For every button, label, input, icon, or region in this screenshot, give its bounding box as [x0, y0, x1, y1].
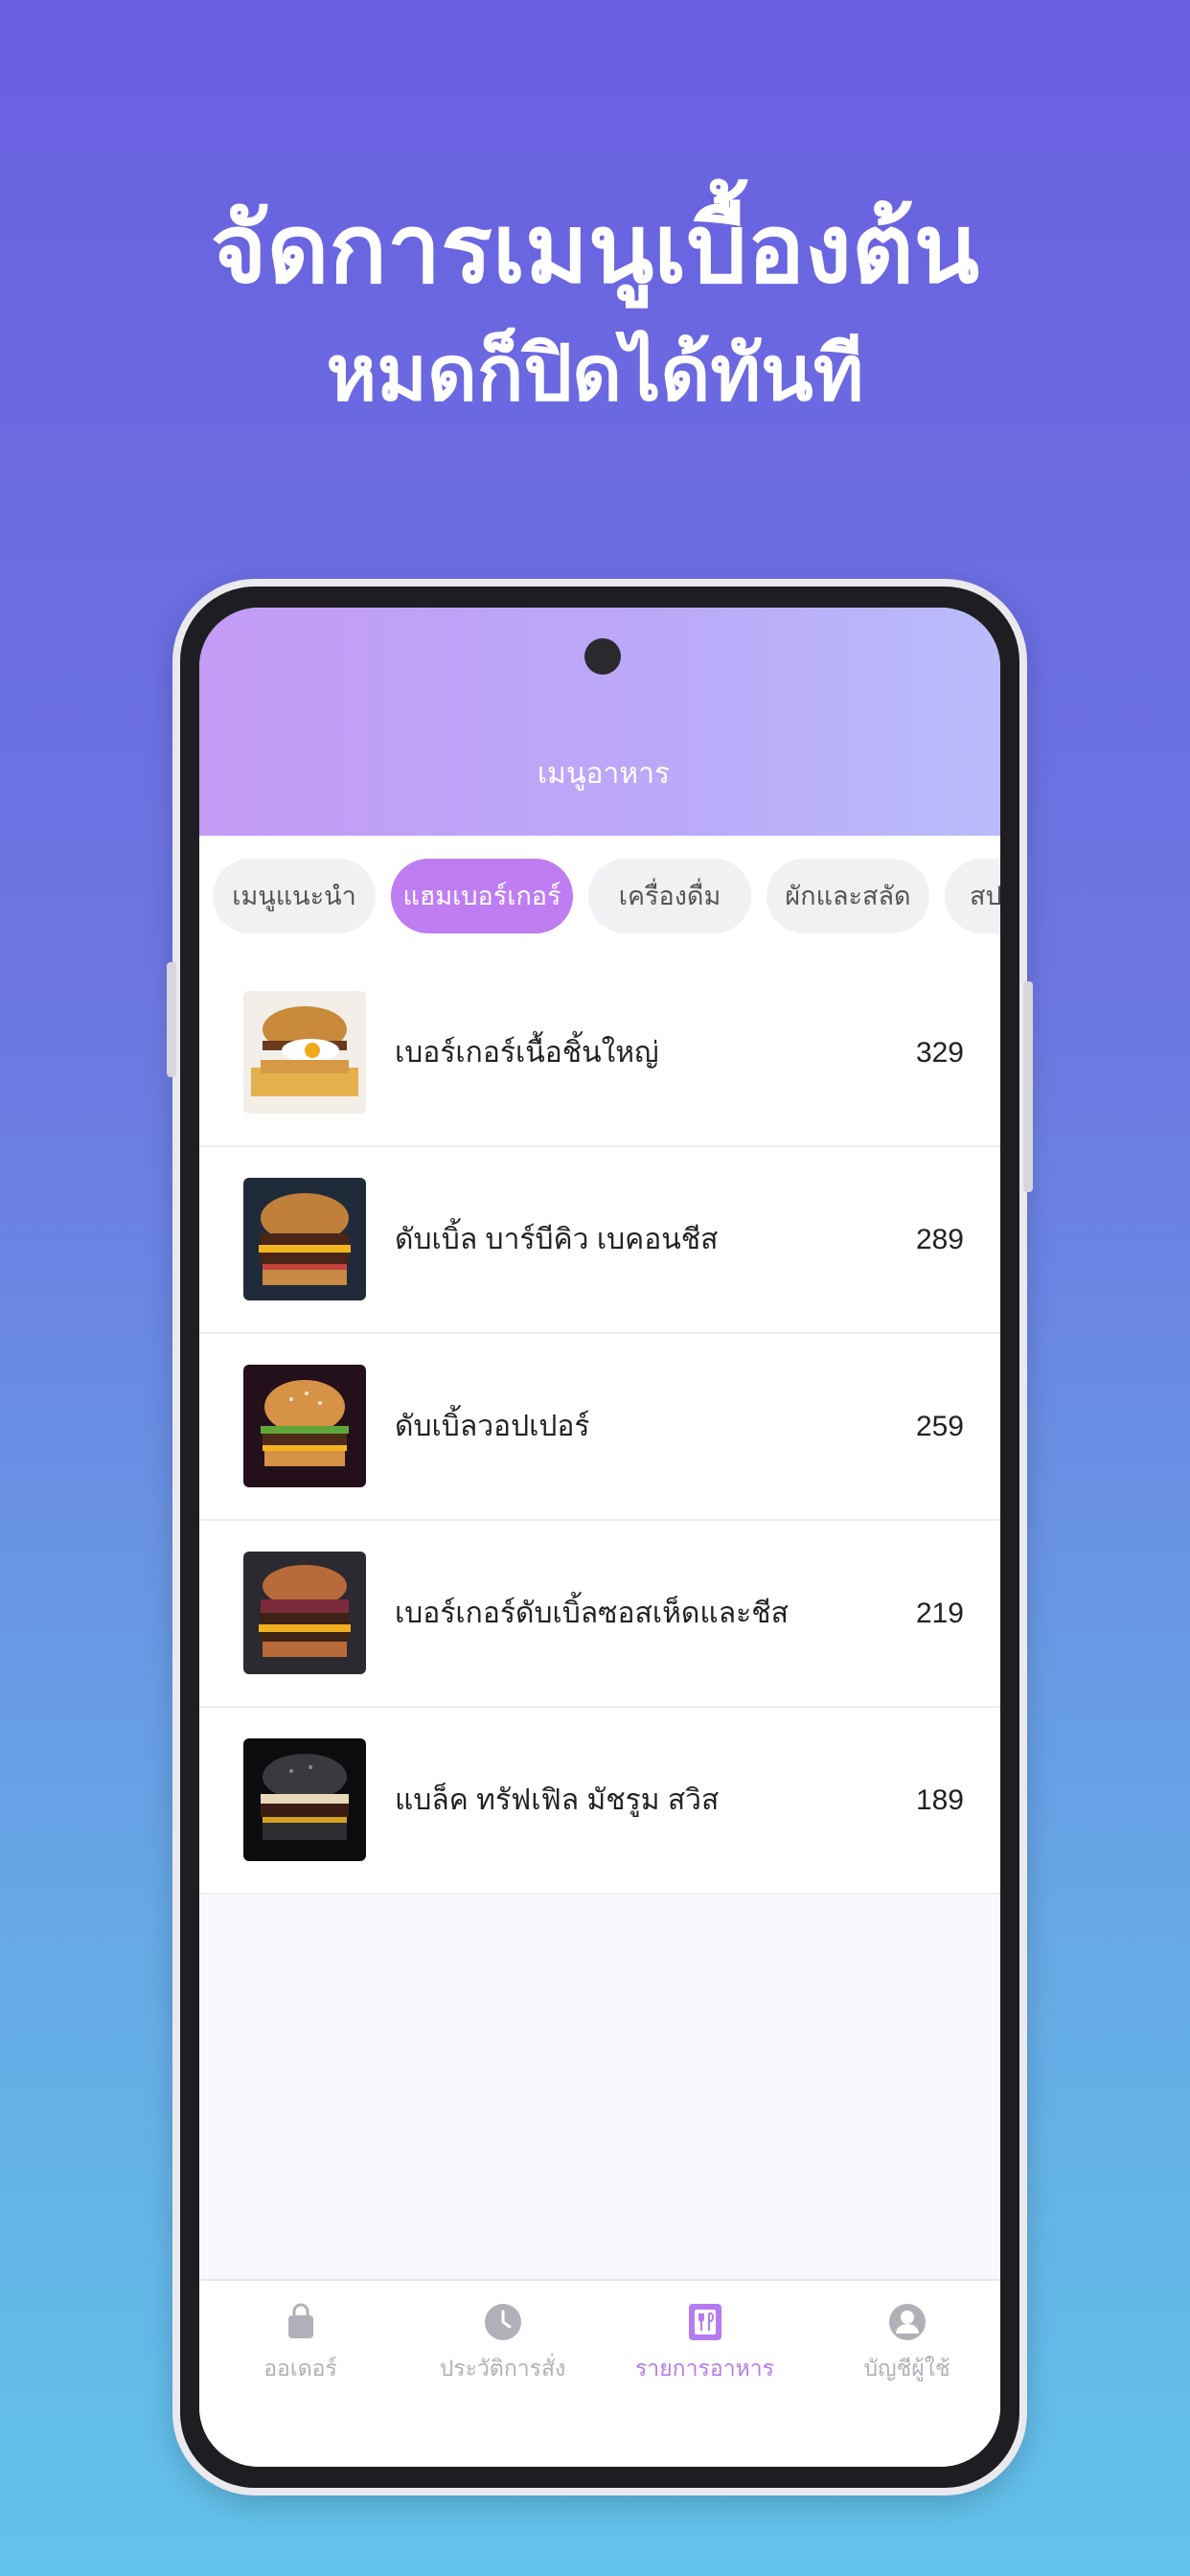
double-whopper-image [243, 1365, 366, 1487]
front-camera [584, 638, 621, 675]
category-tabs: เมนูแนะนำ แฮมเบอร์เกอร์ เครื่องดื่ม ผักแ… [199, 836, 1000, 960]
phone-bezel: เมนูอาหาร เมนูแนะนำ แฮมเบอร์เกอร์ เครื่อ… [180, 586, 1019, 2488]
menu-list: เบอร์เกอร์เนื้อชิ้นใหญ่ 329 ดับเบิ้ล บาร… [199, 960, 1000, 1895]
phone-mockup: เมนูอาหาร เมนูแนะนำ แฮมเบอร์เกอร์ เครื่อ… [167, 579, 1033, 2496]
list-item[interactable]: เบอร์เกอร์เนื้อชิ้นใหญ่ 329 [199, 960, 1000, 1147]
tab-drinks[interactable]: เครื่องดื่ม [588, 859, 751, 933]
tab-partial[interactable]: สป [945, 859, 1000, 933]
menu-item-price: 219 [915, 1598, 964, 1629]
nav-label: ประวัติการสั่ง [439, 2356, 566, 2380]
bottom-navigation: ออเดอร์ ประวัติการสั่ง รายการอาหาร บัญชี… [199, 2279, 1000, 2467]
phone-side-button [1023, 981, 1033, 1192]
menu-item-price: 189 [915, 1784, 964, 1816]
menu-item-name: ดับเบิ้ลวอปเปอร์ [395, 1411, 590, 1442]
double-bbq-burger-image [243, 1178, 366, 1300]
nav-orders[interactable]: ออเดอร์ [199, 2281, 401, 2396]
menu-item-price: 259 [915, 1411, 964, 1442]
tab-hamburger[interactable]: แฮมเบอร์เกอร์ [391, 859, 573, 933]
promo-headline-line1: จัดการเมนูเบื้องต้น [210, 193, 980, 305]
nav-order-history[interactable]: ประวัติการสั่ง [401, 2281, 604, 2396]
menu-item-price: 329 [915, 1037, 964, 1069]
burger-egg-fries-image [243, 991, 366, 1114]
nav-account[interactable]: บัญชีผู้ใช้ [806, 2281, 1000, 2396]
nav-menu-list[interactable]: รายการอาหาร [604, 2281, 806, 2396]
tab-recommended[interactable]: เมนูแนะนำ [213, 859, 376, 933]
menu-item-name: ดับเบิ้ล บาร์บีคิว เบคอนชีส [395, 1224, 719, 1255]
menu-item-name: เบอร์เกอร์เนื้อชิ้นใหญ่ [395, 1037, 659, 1069]
phone-side-button [167, 962, 176, 1077]
phone-screen: เมนูอาหาร เมนูแนะนำ แฮมเบอร์เกอร์ เครื่อ… [199, 608, 1000, 2467]
list-item[interactable]: ดับเบิ้ลวอปเปอร์ 259 [199, 1334, 1000, 1521]
clock-icon [483, 2302, 523, 2342]
nav-label: รายการอาหาร [634, 2356, 775, 2380]
user-account-icon [887, 2302, 927, 2342]
list-item[interactable]: เบอร์เกอร์ดับเบิ้ลซอสเห็ดและชีส 219 [199, 1521, 1000, 1708]
menu-item-price: 289 [915, 1224, 964, 1255]
promo-headline-line2: หมดก็ปิดได้ทันที [326, 329, 864, 418]
list-item[interactable]: ดับเบิ้ล บาร์บีคิว เบคอนชีส 289 [199, 1147, 1000, 1334]
black-truffle-burger-image [243, 1738, 366, 1861]
list-item[interactable]: แบล็ค ทรัฟเฟิล มัชรูม สวิส 189 [199, 1708, 1000, 1895]
menu-item-name: แบล็ค ทรัฟเฟิล มัชรูม สวิส [395, 1784, 720, 1816]
nav-label: ออเดอร์ [263, 2356, 337, 2380]
mushroom-cheese-burger-image [243, 1552, 366, 1674]
tab-salad[interactable]: ผักและสลัด [767, 859, 929, 933]
shopping-bag-icon [281, 2302, 321, 2342]
nav-label: บัญชีผู้ใช้ [863, 2356, 950, 2380]
menu-book-icon [685, 2302, 725, 2342]
menu-item-name: เบอร์เกอร์ดับเบิ้ลซอสเห็ดและชีส [395, 1598, 789, 1629]
page-title: เมนูอาหาร [537, 758, 671, 790]
